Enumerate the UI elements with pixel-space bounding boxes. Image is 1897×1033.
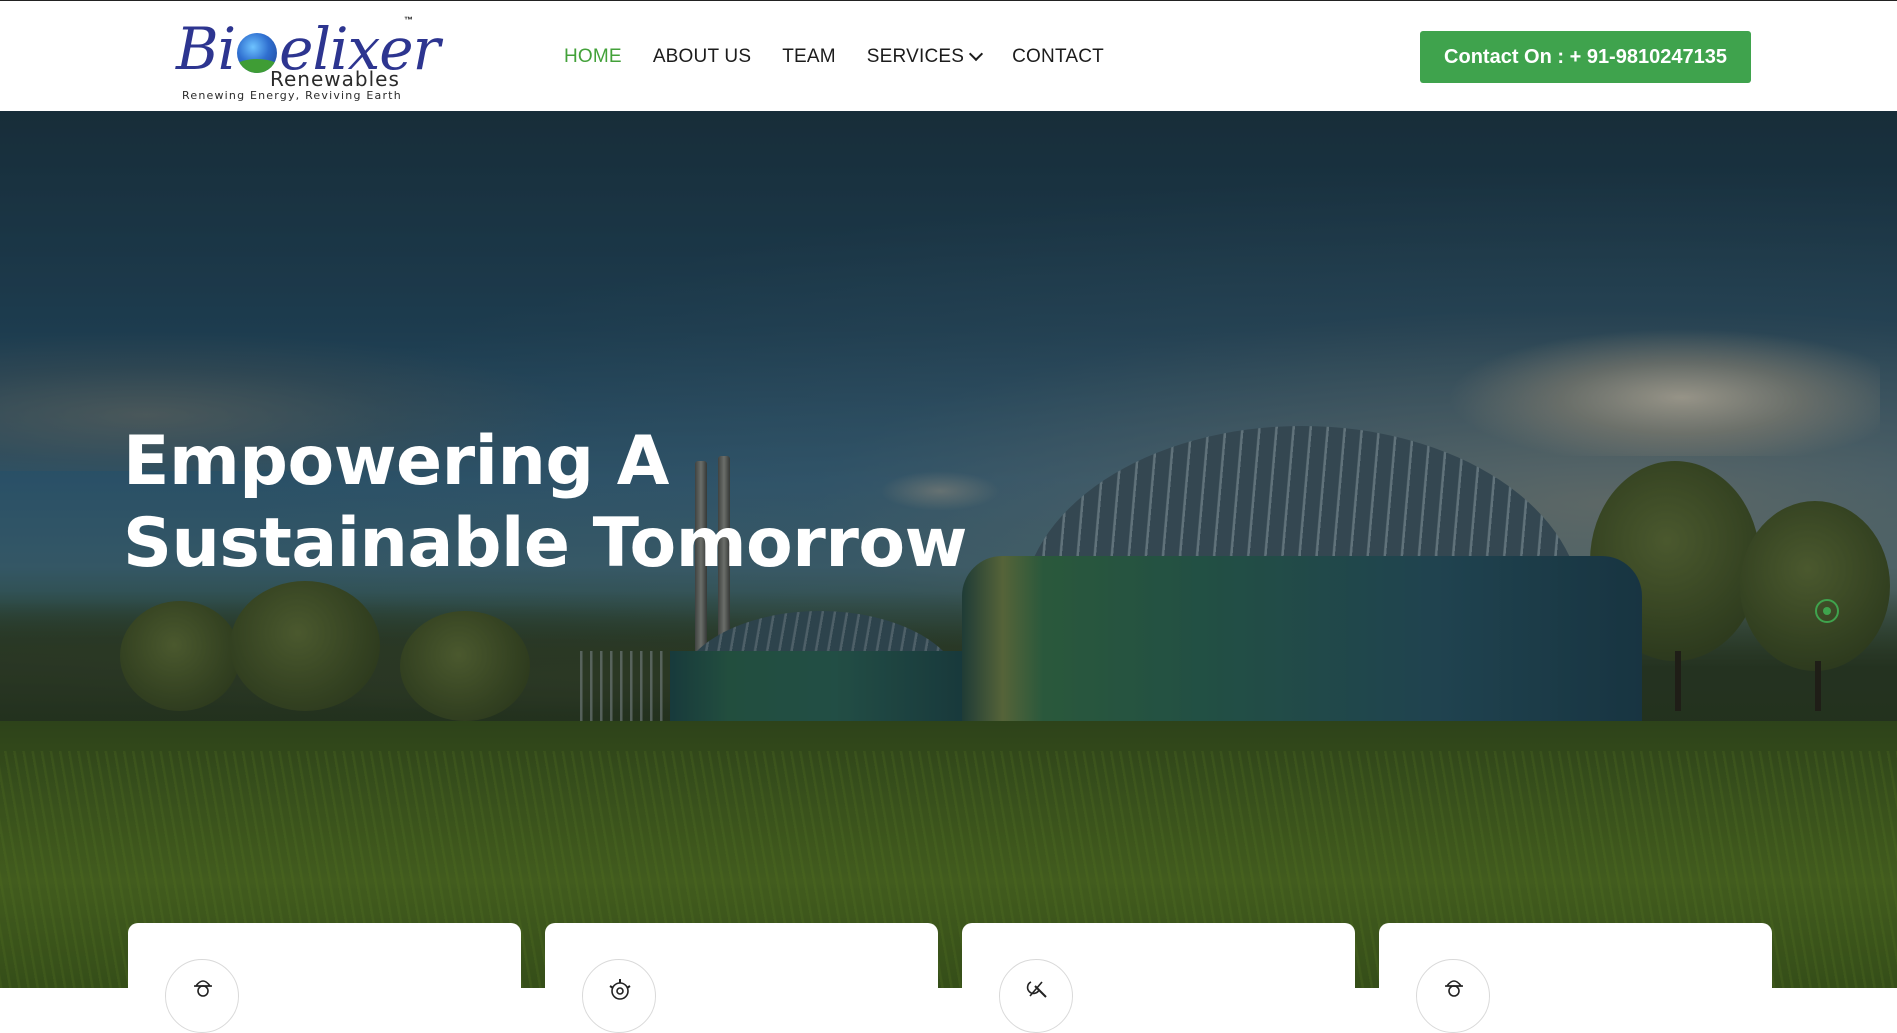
nav-item-home[interactable]: HOME: [564, 46, 622, 68]
slider-dot-icon[interactable]: [1815, 599, 1839, 623]
nav-item-label: TEAM: [782, 46, 836, 67]
feature-card[interactable]: [1379, 923, 1772, 1033]
chevron-down-icon: [969, 46, 984, 62]
feature-card[interactable]: [128, 923, 521, 1033]
trademark-mark: ™: [404, 15, 413, 25]
feature-card[interactable]: [545, 923, 938, 1033]
worker-icon: [1445, 980, 1463, 997]
hero-banner: Empowering A Sustainable Tomorrow: [0, 111, 1897, 988]
nav-item-label: CONTACT: [1012, 46, 1104, 67]
feature-card[interactable]: [962, 923, 1355, 1033]
hero-title-line-1: Empowering A: [123, 422, 669, 501]
nav-item-label: ABOUT US: [652, 46, 752, 67]
card-icon-circle: [165, 959, 239, 1033]
nav-item-contact[interactable]: CONTACT: [1012, 46, 1104, 68]
card-icon-circle: [999, 959, 1073, 1033]
nav-item-label: SERVICES: [866, 46, 965, 67]
hero-title-line-2: Sustainable Tomorrow: [123, 504, 967, 583]
gear-icon: [609, 979, 631, 1000]
logo-tagline: Renewing Energy, Reviving Earth: [182, 89, 402, 102]
nav-item-services[interactable]: SERVICES: [866, 46, 984, 68]
hero-title: Empowering A Sustainable Tomorrow: [123, 421, 1023, 585]
main-nav: HOME ABOUT US TEAM SERVICES CONTACT: [564, 45, 1135, 69]
brand-logo[interactable]: Bi elixer ™ Renewables Renewing Energy, R…: [176, 15, 440, 103]
nav-item-team[interactable]: TEAM: [782, 46, 836, 68]
logo-subtitle: Renewables: [270, 67, 400, 91]
nav-item-label: HOME: [564, 46, 622, 67]
site-header: Bi elixer ™ Renewables Renewing Energy, R…: [0, 1, 1897, 111]
tools-icon: [1026, 981, 1047, 998]
card-icon-circle: [582, 959, 656, 1033]
contact-phone-button[interactable]: Contact On : + 91-9810247135: [1420, 31, 1751, 83]
card-icon-circle: [1416, 959, 1490, 1033]
nav-item-about-us[interactable]: ABOUT US: [653, 46, 751, 68]
worker-icon: [194, 980, 212, 997]
